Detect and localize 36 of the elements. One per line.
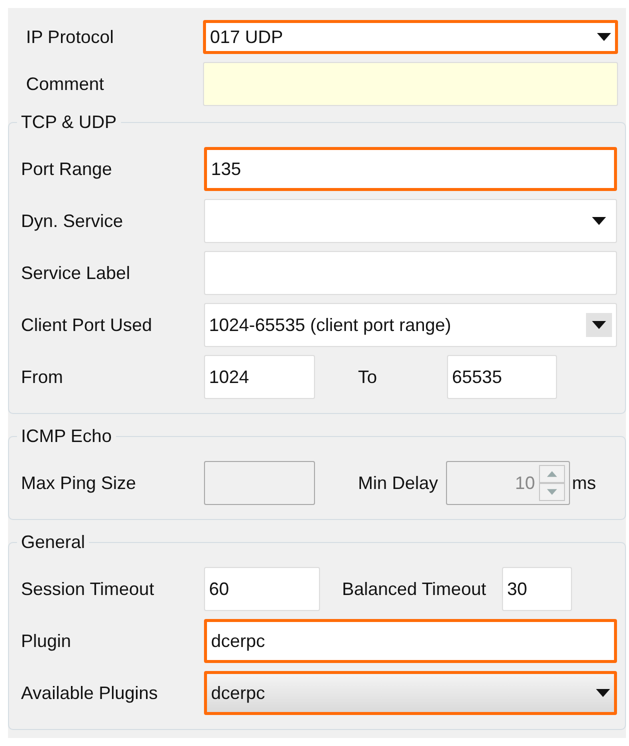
dropdown[interactable] xyxy=(204,199,617,243)
field-label: Comment xyxy=(26,74,106,94)
input-field[interactable]: 135 xyxy=(204,147,617,191)
dropdown[interactable]: 1024-65535 (client port range) xyxy=(204,303,617,347)
input-field[interactable] xyxy=(203,62,618,106)
field-label: Service Label xyxy=(21,262,132,284)
field-label: Dyn. Service xyxy=(21,210,124,232)
caret-icon xyxy=(592,321,606,329)
field-label: IP Protocol xyxy=(26,26,115,48)
group-title: TCP & UDP xyxy=(20,112,118,133)
input-field[interactable]: 65535 xyxy=(447,355,558,399)
field-label: Balanced Timeout xyxy=(342,578,486,600)
field-label: Min Delay xyxy=(358,472,438,494)
caret-icon xyxy=(592,217,606,225)
dropdown[interactable]: 017 UDP xyxy=(203,20,618,54)
dropdown[interactable]: dcerpc xyxy=(204,671,617,715)
spin-down-icon xyxy=(547,489,558,495)
field-label: Port Range xyxy=(21,158,114,180)
field-label: Max Ping Size xyxy=(21,472,138,494)
input-field[interactable]: 30 xyxy=(502,567,572,611)
caret-icon xyxy=(597,33,611,41)
spin-up-icon xyxy=(547,471,558,477)
field-label: To xyxy=(358,366,378,388)
field-label: Available Plugins xyxy=(21,682,159,704)
group-title: ICMP Echo xyxy=(20,426,113,447)
input-field[interactable] xyxy=(204,251,617,295)
input-field[interactable]: 60 xyxy=(204,567,320,611)
field-label: Client Port Used xyxy=(21,314,154,336)
unit-label: ms xyxy=(572,472,596,494)
field-label: Plugin xyxy=(21,630,72,652)
field-label: Session Timeout xyxy=(21,578,156,600)
input-field[interactable]: dcerpc xyxy=(204,619,617,663)
group-title: General xyxy=(20,532,86,553)
caret-icon xyxy=(596,689,610,697)
field-label: From xyxy=(21,366,64,388)
input-field[interactable]: 1024 xyxy=(204,355,315,399)
